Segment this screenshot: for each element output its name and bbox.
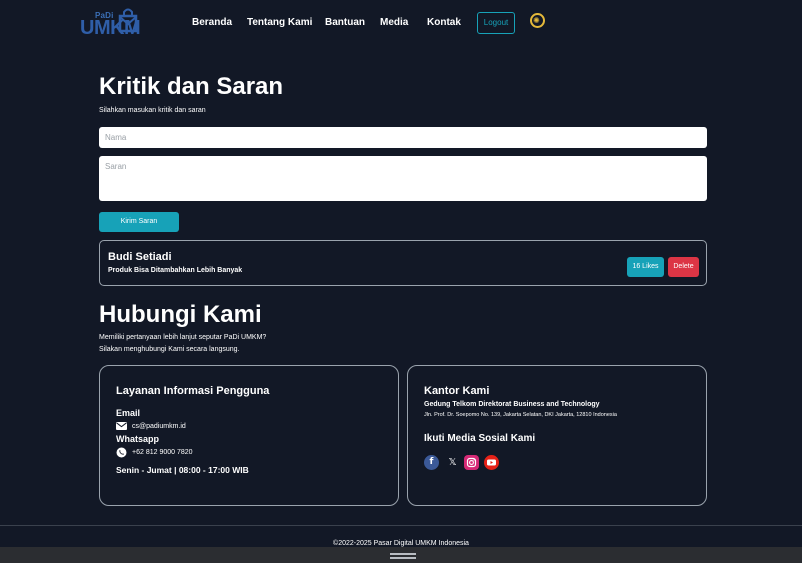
name-input[interactable] [99, 127, 707, 148]
facebook-icon[interactable]: f [424, 455, 439, 470]
user-info-title: Layanan Informasi Pengguna [116, 385, 270, 397]
feedback-subtitle: Silahkan masukan kritik dan saran [99, 107, 206, 114]
contact-desc-line2: Silakan menghubungi Kami secara langsung… [99, 346, 240, 353]
social-title: Ikuti Media Sosial Kami [424, 433, 536, 444]
drag-handle-line-1[interactable] [390, 553, 416, 555]
likes-button[interactable]: 16 Likes [627, 257, 664, 277]
logo-bag-icon [118, 8, 138, 33]
user-info-card: Layanan Informasi Pengguna Email cs@padi… [99, 365, 399, 506]
office-building: Gedung Telkom Direktorat Business and Te… [424, 401, 600, 408]
office-card: Kantor Kami Gedung Telkom Direktorat Bus… [407, 365, 707, 506]
email-icon [116, 422, 127, 430]
padi-umkm-logo[interactable]: PaDi UMKM [79, 8, 141, 40]
office-address: Jln. Prof. Dr. Soepomo No. 139, Jakarta … [424, 412, 617, 418]
email-label: Email [116, 408, 141, 418]
feedback-title: Kritik dan Saran [99, 73, 284, 100]
instagram-icon[interactable] [464, 455, 479, 470]
contact-desc-line1: Memiliki pertanyaan lebih lanjut seputar… [99, 334, 267, 341]
sun-icon: ✺ [533, 16, 540, 25]
navbar: PaDi UMKM Beranda Tentang Kami Bantuan M… [0, 0, 802, 48]
delete-button[interactable]: Delete [668, 257, 699, 277]
nav-bantuan[interactable]: Bantuan [325, 17, 365, 28]
message-textarea[interactable] [99, 156, 707, 201]
nav-media[interactable]: Media [380, 17, 408, 28]
nav-kontak[interactable]: Kontak [427, 17, 461, 28]
nav-beranda[interactable]: Beranda [192, 17, 232, 28]
whatsapp-icon [116, 447, 127, 458]
footer-copyright: ©2022-2025 Pasar Digital UMKM Indonesia [333, 540, 469, 547]
drag-handle-line-2[interactable] [390, 557, 416, 559]
youtube-icon[interactable] [484, 455, 499, 470]
contact-title: Hubungi Kami [99, 301, 262, 328]
office-title: Kantor Kami [424, 385, 490, 397]
youtube-glyph [487, 459, 496, 466]
instagram-glyph [466, 457, 477, 468]
theme-toggle[interactable]: ✺ [530, 13, 545, 28]
footer-divider [0, 525, 802, 526]
feedback-author: Budi Setiadi [108, 251, 172, 263]
whatsapp-value[interactable]: +62 812 9000 7820 [132, 449, 193, 456]
office-hours: Senin - Jumat | 08:00 - 17:00 WIB [116, 465, 249, 475]
logout-button[interactable]: Logout [477, 12, 515, 34]
submit-feedback-button[interactable]: Kirim Saran [99, 212, 179, 232]
bottom-bar [0, 547, 802, 563]
whatsapp-label: Whatsapp [116, 434, 160, 444]
email-value[interactable]: cs@padiumkm.id [132, 423, 186, 430]
nav-tentang-kami[interactable]: Tentang Kami [247, 17, 312, 28]
x-icon[interactable]: 𝕏 [445, 455, 460, 470]
feedback-entry: Budi Setiadi Produk Bisa Ditambahkan Leb… [99, 240, 707, 286]
feedback-text: Produk Bisa Ditambahkan Lebih Banyak [108, 267, 243, 274]
